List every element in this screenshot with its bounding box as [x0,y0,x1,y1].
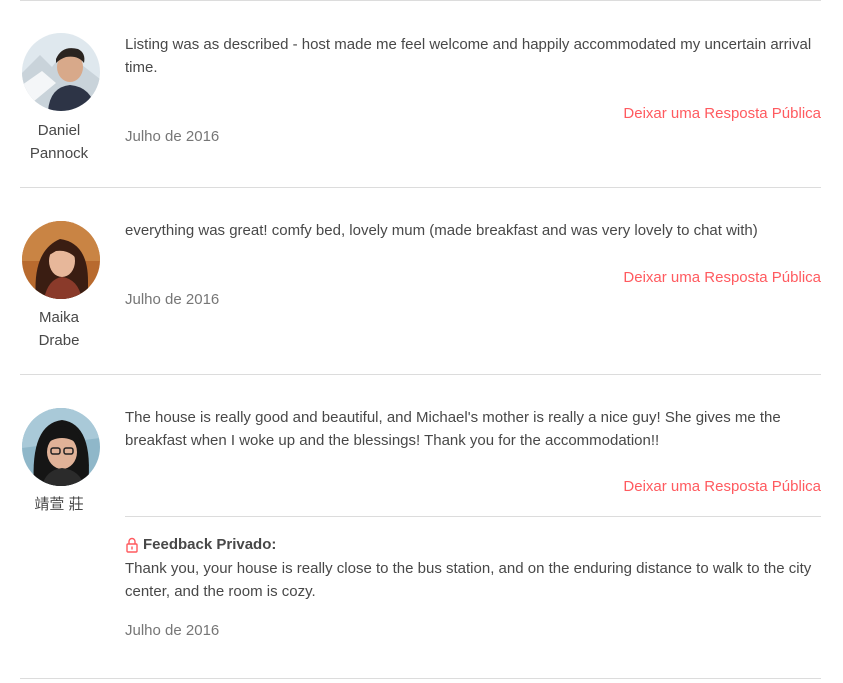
review-comment: everything was great! comfy bed, lovely … [125,222,758,239]
author-last-name: Pannock [29,145,89,162]
author-first-name: 靖萱 莊 [34,496,84,513]
private-feedback-title: Feedback Privado: [125,535,276,555]
user-avatar-icon [22,221,100,299]
author-name[interactable]: Maika Drabe [14,306,104,352]
public-reply-link[interactable]: Deixar uma Resposta Pública [623,477,821,497]
review-comment: The house is really good and beautiful, … [125,409,781,449]
avatar[interactable] [22,408,100,486]
review-item: 靖萱 莊 The house is really good and beauti… [0,375,843,678]
divider [125,516,821,517]
avatar[interactable] [22,221,100,299]
author-first-name: Maika [38,309,79,326]
author-name[interactable]: 靖萱 莊 [14,493,104,516]
avatar[interactable] [22,33,100,111]
author-first-name: Daniel [37,122,81,139]
review-comment: Listing was as described - host made me … [125,36,812,76]
lock-icon [125,537,139,553]
private-feedback-text: Thank you, your house is really close to… [125,560,812,600]
public-reply-link[interactable]: Deixar uma Resposta Pública [623,268,821,288]
user-avatar-icon [22,33,100,111]
author-name[interactable]: Daniel Pannock [14,119,104,165]
private-feedback-label: Feedback Privado: [143,536,277,553]
user-avatar-icon [22,408,100,486]
divider [20,678,821,679]
review-date: Julho de 2016 [125,622,220,639]
review-item: Daniel Pannock Listing was as described … [0,0,843,187]
review-date: Julho de 2016 [125,291,220,308]
review-date: Julho de 2016 [125,128,220,145]
author-last-name: Drabe [38,332,80,349]
public-reply-link[interactable]: Deixar uma Resposta Pública [623,104,821,124]
review-item: Maika Drabe everything was great! comfy … [0,188,843,374]
